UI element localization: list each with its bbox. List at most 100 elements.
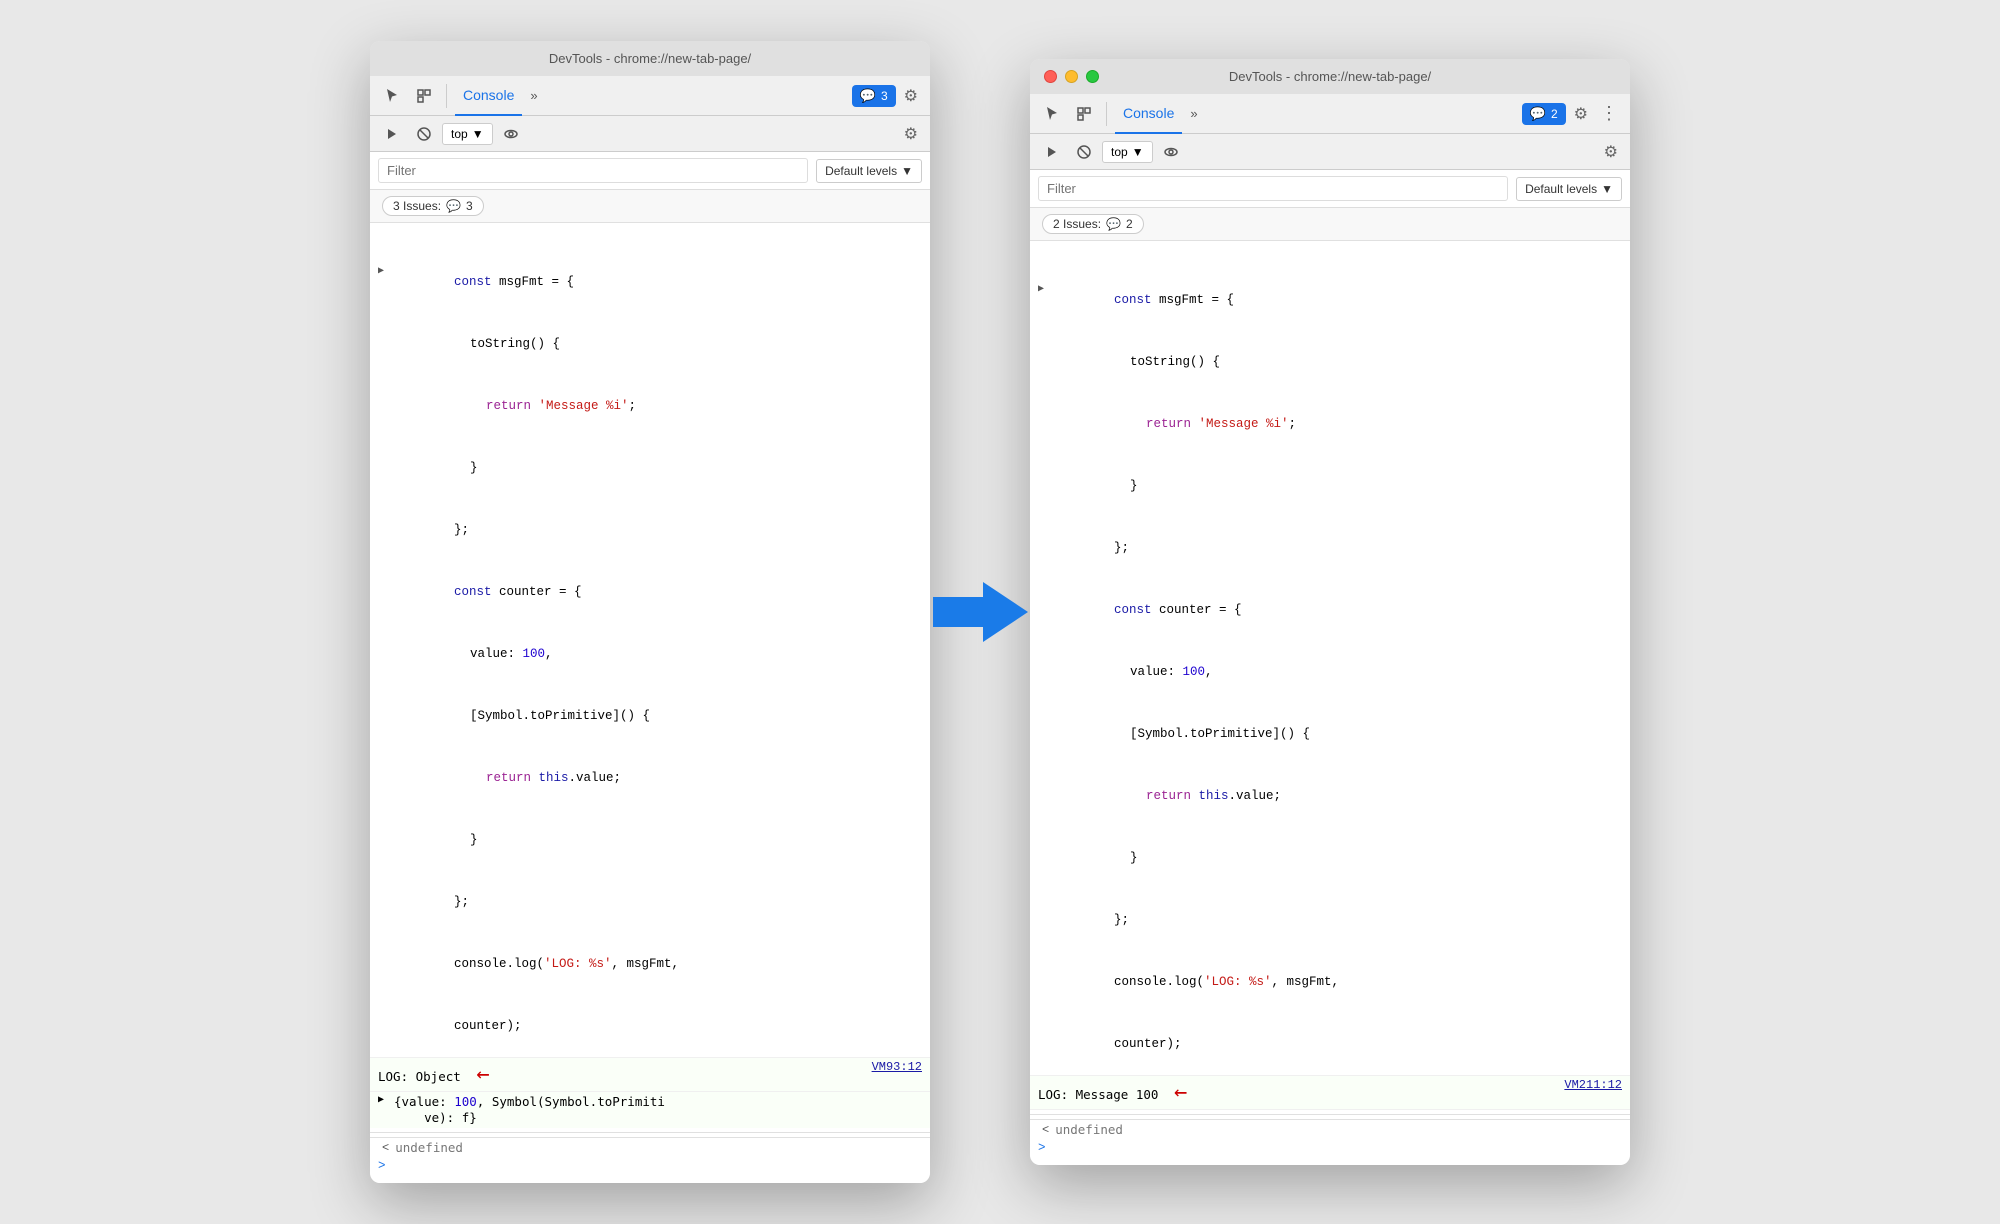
expand-arrow-left[interactable]: ▶: [378, 264, 384, 280]
window-title-right: DevTools - chrome://new-tab-page/: [1229, 69, 1431, 84]
code-line-8-right: [Symbol.toPrimitive]() {: [1030, 703, 1630, 765]
code-line-4-right: }: [1030, 455, 1630, 517]
issues-msg-icon-right: 💬: [1106, 217, 1121, 231]
red-arrow-left: ←: [476, 1062, 489, 1087]
code-line-9-right: return this.value;: [1030, 765, 1630, 827]
ban-icon-left[interactable]: [410, 120, 438, 148]
code-line-1-right: ▶ const msgFmt = {: [1030, 249, 1630, 331]
console-content-left: ▶ const msgFmt = { toString() { return '…: [370, 223, 930, 1183]
log-text-right: LOG: Message 100: [1038, 1087, 1158, 1102]
obj-expand-arrow[interactable]: ▶: [378, 1094, 384, 1106]
play-icon-right[interactable]: [1038, 138, 1066, 166]
code-line-13-left: counter);: [370, 995, 930, 1057]
issues-icon-right: 💬: [1530, 106, 1546, 122]
code-line-12-left: console.log('LOG: %s', msgFmt,: [370, 933, 930, 995]
code-line-3-left: return 'Message %i';: [370, 375, 930, 437]
code-line-1-left: ▶ const msgFmt = {: [370, 231, 930, 313]
devtools-window-right: DevTools - chrome://new-tab-page/ Consol…: [1030, 59, 1630, 1165]
vm-ref-right[interactable]: VM211:12: [1564, 1078, 1622, 1092]
undefined-row-right: < undefined: [1030, 1119, 1630, 1139]
issues-pill-left[interactable]: 3 Issues: 💬 3: [382, 196, 484, 216]
filter-input-right[interactable]: [1038, 176, 1508, 201]
issues-badge-right[interactable]: 💬 2: [1522, 103, 1566, 125]
settings-icon-left[interactable]: ⚙: [900, 82, 922, 110]
divider-left: [370, 1132, 930, 1133]
cursor-icon[interactable]: [378, 82, 406, 110]
title-bar-left: DevTools - chrome://new-tab-page/: [370, 41, 930, 76]
code-line-6-left: const counter = {: [370, 561, 930, 623]
secondary-toolbar-right: top ▼ ⚙: [1030, 134, 1630, 170]
vm-ref-left[interactable]: VM93:12: [872, 1060, 922, 1074]
code-line-13-right: counter);: [1030, 1013, 1630, 1075]
main-toolbar-right: Console » 💬 2 ⚙ ⋮: [1030, 94, 1630, 134]
prompt-left[interactable]: >: [370, 1157, 930, 1175]
default-levels-right[interactable]: Default levels ▼: [1516, 177, 1622, 201]
code-line-11-left: };: [370, 871, 930, 933]
issues-icon-left: 💬: [860, 88, 876, 104]
top-dropdown-left[interactable]: top ▼: [442, 123, 493, 145]
expand-arrow-right[interactable]: ▶: [1038, 282, 1044, 298]
divider-right: [1030, 1114, 1630, 1115]
toolbar-divider-1: [446, 84, 447, 108]
filter-input-left[interactable]: [378, 158, 808, 183]
console-content-right: ▶ const msgFmt = { toString() { return '…: [1030, 241, 1630, 1165]
undefined-row-left: < undefined: [370, 1137, 930, 1157]
issues-bar-right: 2 Issues: 💬 2: [1030, 208, 1630, 241]
code-line-7-left: value: 100,: [370, 623, 930, 685]
eye-icon-right[interactable]: [1157, 138, 1185, 166]
main-toolbar-left: Console » 💬 3 ⚙: [370, 76, 930, 116]
code-line-7-right: value: 100,: [1030, 641, 1630, 703]
layers-icon[interactable]: [410, 82, 438, 110]
ban-icon-right[interactable]: [1070, 138, 1098, 166]
tab-console-right[interactable]: Console: [1115, 94, 1182, 134]
top-dropdown-right[interactable]: top ▼: [1102, 141, 1153, 163]
issues-pill-right[interactable]: 2 Issues: 💬 2: [1042, 214, 1144, 234]
code-line-11-right: };: [1030, 889, 1630, 951]
transition-arrow: [930, 582, 1030, 642]
code-line-3-right: return 'Message %i';: [1030, 393, 1630, 455]
console-settings-right[interactable]: ⚙: [1600, 138, 1622, 166]
expand-obj-row-left: ▶ {value: 100, Symbol(Symbol.toPrimiti v…: [370, 1092, 930, 1128]
code-line-4-left: }: [370, 437, 930, 499]
code-line-2-left: toString() {: [370, 313, 930, 375]
settings-icon-right[interactable]: ⚙: [1570, 100, 1592, 128]
code-line-5-left: };: [370, 499, 930, 561]
cursor-icon-right[interactable]: [1038, 100, 1066, 128]
more-tabs-chevron-right[interactable]: »: [1186, 102, 1201, 125]
devtools-window-left: DevTools - chrome://new-tab-page/ Consol…: [370, 41, 930, 1183]
secondary-toolbar-left: top ▼ ⚙: [370, 116, 930, 152]
more-tabs-chevron-left[interactable]: »: [526, 84, 541, 107]
log-output-row-left: LOG: Object ← VM93:12: [370, 1057, 930, 1092]
red-arrow-right: ←: [1174, 1080, 1187, 1105]
tab-console-left[interactable]: Console: [455, 76, 522, 116]
undefined-text-left: undefined: [395, 1140, 463, 1155]
eye-icon-left[interactable]: [497, 120, 525, 148]
maximize-button[interactable]: [1086, 70, 1099, 83]
layers-icon-right[interactable]: [1070, 100, 1098, 128]
toolbar-divider-right: [1106, 102, 1107, 126]
issues-bar-left: 3 Issues: 💬 3: [370, 190, 930, 223]
code-line-10-right: }: [1030, 827, 1630, 889]
title-bar-right: DevTools - chrome://new-tab-page/: [1030, 59, 1630, 94]
code-line-10-left: }: [370, 809, 930, 871]
code-line-2-right: toString() {: [1030, 331, 1630, 393]
code-line-6-right: const counter = {: [1030, 579, 1630, 641]
code-line-12-right: console.log('LOG: %s', msgFmt,: [1030, 951, 1630, 1013]
prompt-right[interactable]: >: [1030, 1139, 1630, 1157]
filter-bar-left: Default levels ▼: [370, 152, 930, 190]
log-output-row-right: LOG: Message 100 ← VM211:12: [1030, 1075, 1630, 1110]
default-levels-left[interactable]: Default levels ▼: [816, 159, 922, 183]
code-line-9-left: return this.value;: [370, 747, 930, 809]
more-menu-right[interactable]: ⋮: [1596, 99, 1622, 128]
filter-bar-right: Default levels ▼: [1030, 170, 1630, 208]
minimize-button[interactable]: [1065, 70, 1078, 83]
scene: DevTools - chrome://new-tab-page/ Consol…: [370, 41, 1630, 1183]
close-button[interactable]: [1044, 70, 1057, 83]
console-settings-left[interactable]: ⚙: [900, 120, 922, 148]
code-line-8-left: [Symbol.toPrimitive]() {: [370, 685, 930, 747]
code-line-5-right: };: [1030, 517, 1630, 579]
undefined-text-right: undefined: [1055, 1122, 1123, 1137]
issues-badge-left[interactable]: 💬 3: [852, 85, 896, 107]
window-title-left: DevTools - chrome://new-tab-page/: [549, 51, 751, 66]
play-icon-left[interactable]: [378, 120, 406, 148]
